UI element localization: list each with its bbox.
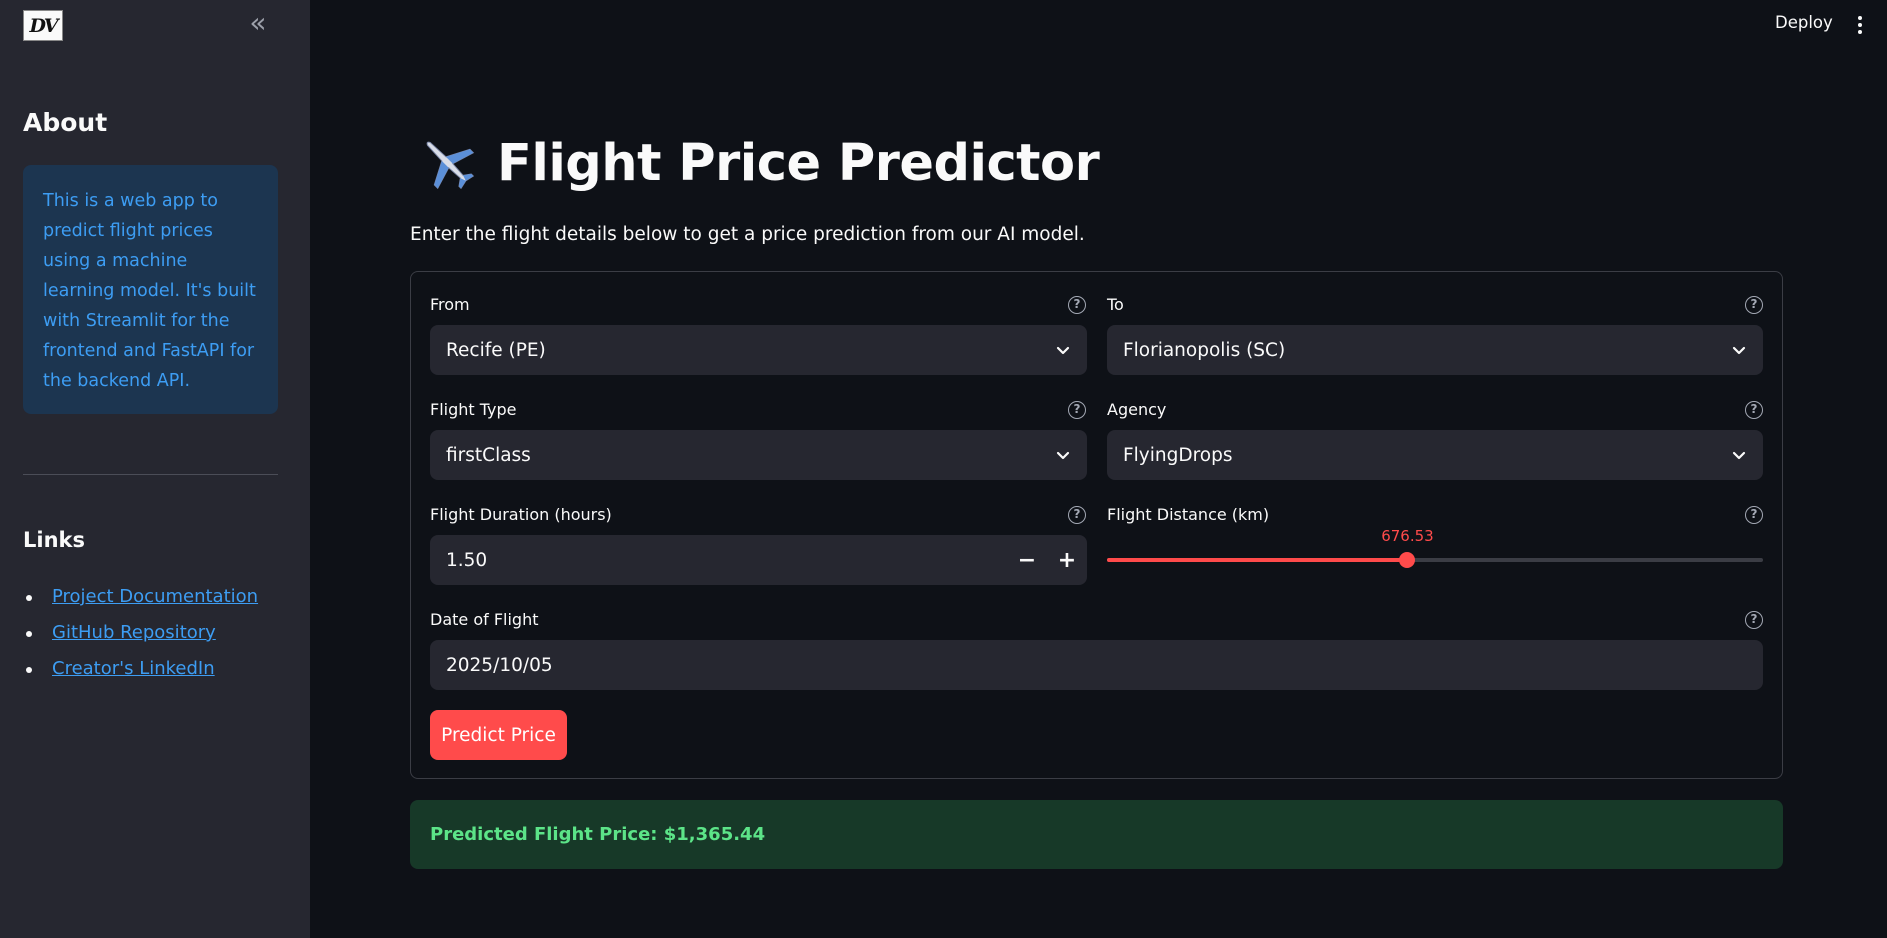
list-item: Project Documentation	[23, 582, 258, 618]
links-list: Project Documentation GitHub Repository …	[23, 582, 258, 690]
duration-number-input[interactable]: 1.50 − +	[430, 535, 1087, 585]
distance-slider[interactable]: 676.53	[1107, 527, 1763, 568]
flight-type-select-value: firstClass	[446, 444, 531, 466]
agency-help-icon[interactable]: ?	[1745, 401, 1763, 419]
airplane-icon	[426, 141, 475, 190]
prediction-result-box: Predicted Flight Price: $1,365.44	[410, 800, 1783, 869]
list-item: GitHub Repository	[23, 618, 258, 654]
increment-button[interactable]: +	[1047, 535, 1087, 585]
kebab-menu-icon[interactable]	[1852, 14, 1868, 36]
agency-select-value: FlyingDrops	[1123, 444, 1233, 466]
deploy-button[interactable]: Deploy	[1775, 13, 1833, 32]
collapse-sidebar-icon[interactable]: «	[246, 9, 270, 38]
chevron-down-icon	[1056, 346, 1070, 355]
chevron-down-icon	[1056, 451, 1070, 460]
date-help-icon[interactable]: ?	[1745, 611, 1763, 629]
app-root: DV « About This is a web app to predict …	[0, 0, 1887, 938]
chevron-down-icon	[1732, 451, 1746, 460]
to-label: To	[1107, 295, 1124, 314]
prediction-result-text: Predicted Flight Price: $1,365.44	[430, 824, 766, 845]
distance-label: Flight Distance (km)	[1107, 505, 1270, 524]
link-creator-linkedin[interactable]: Creator's LinkedIn	[52, 658, 215, 679]
duration-help-icon[interactable]: ?	[1068, 506, 1086, 524]
to-help-icon[interactable]: ?	[1745, 296, 1763, 314]
date-input[interactable]: 2025/10/05	[430, 640, 1763, 690]
distance-help-icon[interactable]: ?	[1745, 506, 1763, 524]
from-help-icon[interactable]: ?	[1068, 296, 1086, 314]
agency-label: Agency	[1107, 400, 1167, 419]
from-select-value: Recife (PE)	[446, 339, 546, 361]
flight-type-help-icon[interactable]: ?	[1068, 401, 1086, 419]
duration-input-value[interactable]: 1.50	[446, 550, 1007, 571]
links-heading: Links	[23, 528, 85, 552]
distance-slider-value: 676.53	[1381, 527, 1434, 545]
link-github-repository[interactable]: GitHub Repository	[52, 622, 216, 643]
agency-select[interactable]: FlyingDrops	[1107, 430, 1763, 480]
logo-text: DV	[29, 14, 59, 37]
date-input-value: 2025/10/05	[446, 654, 553, 676]
to-select[interactable]: Florianopolis (SC)	[1107, 325, 1763, 375]
list-item: Creator's LinkedIn	[23, 654, 258, 690]
to-select-value: Florianopolis (SC)	[1123, 339, 1286, 361]
page-subtitle: Enter the flight details below to get a …	[410, 224, 1085, 245]
link-project-documentation[interactable]: Project Documentation	[52, 586, 258, 607]
app-logo[interactable]: DV	[23, 10, 63, 41]
decrement-button[interactable]: −	[1007, 535, 1047, 585]
about-heading: About	[23, 108, 108, 137]
from-label: From	[430, 295, 470, 314]
duration-label: Flight Duration (hours)	[430, 505, 612, 524]
flight-type-select[interactable]: firstClass	[430, 430, 1087, 480]
sidebar-divider	[23, 474, 278, 475]
date-label: Date of Flight	[430, 610, 539, 629]
about-info-box: This is a web app to predict flight pric…	[23, 165, 278, 414]
predict-price-button[interactable]: Predict Price	[430, 710, 567, 760]
about-text: This is a web app to predict flight pric…	[43, 191, 256, 391]
sidebar: DV « About This is a web app to predict …	[0, 0, 310, 938]
chevron-down-icon	[1732, 346, 1746, 355]
from-select[interactable]: Recife (PE)	[430, 325, 1087, 375]
page-title-row: Flight Price Predictor	[417, 132, 1100, 194]
distance-slider-fill	[1107, 558, 1408, 562]
flight-type-label: Flight Type	[430, 400, 517, 419]
page-title: Flight Price Predictor	[497, 133, 1100, 193]
